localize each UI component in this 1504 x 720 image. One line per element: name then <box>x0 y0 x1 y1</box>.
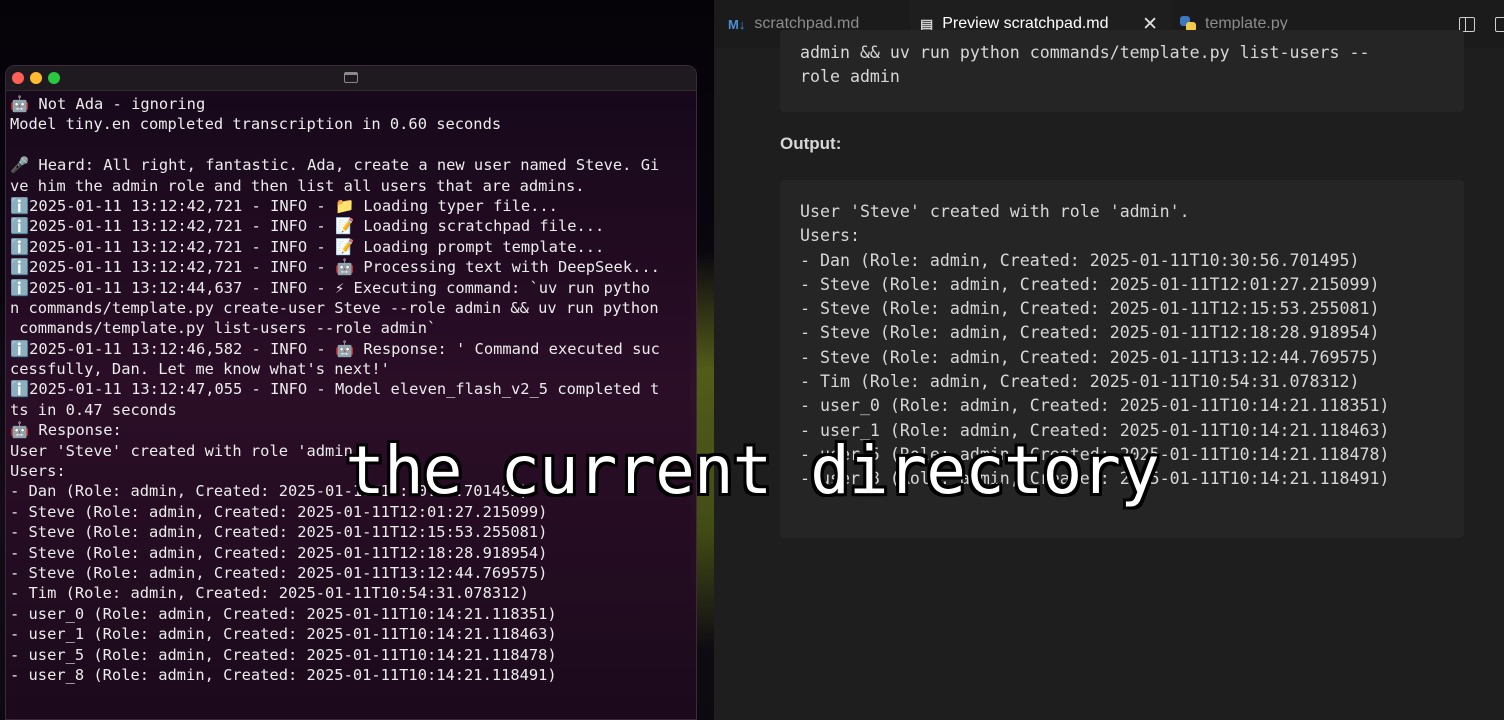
terminal-line: ℹ️2025-01-11 13:12:42,721 - INFO - 📝 Loa… <box>10 217 605 236</box>
terminal-line: Model tiny.en completed transcription in… <box>10 115 502 134</box>
terminal-line: - Steve (Role: admin, Created: 2025-01-1… <box>10 543 548 562</box>
output-code-block: User 'Steve' created with role 'admin'. U… <box>780 180 1464 538</box>
terminal-line: User 'Steve' created with role 'admin'. <box>10 441 372 460</box>
terminal-line: ℹ️2025-01-11 13:12:42,721 - INFO - 📝 Loa… <box>10 237 605 256</box>
command-line: role admin <box>800 67 900 87</box>
terminal-line: 🤖 Not Ada - ignoring <box>10 95 206 113</box>
terminal-line: ℹ️2025-01-11 13:12:42,721 - INFO - 🤖 Pro… <box>10 258 660 277</box>
output-heading: Output: <box>780 134 842 153</box>
markdown-icon: M↓ <box>728 16 746 32</box>
output-line: - Tim (Role: admin, Created: 2025-01-11T… <box>800 372 1360 392</box>
terminal-line: 🤖 Response: <box>10 421 122 440</box>
output-line: User 'Steve' created with role 'admin'. <box>800 202 1190 221</box>
terminal-line: 🎤 Heard: All right, fantastic. Ada, crea… <box>10 156 660 175</box>
terminal-line: - user_5 (Role: admin, Created: 2025-01-… <box>10 645 557 664</box>
close-window-button[interactable] <box>12 72 24 84</box>
output-line: - user_8 (Role: admin, Created: 2025-01-… <box>800 469 1390 489</box>
terminal-line: - Steve (Role: admin, Created: 2025-01-1… <box>10 563 548 582</box>
terminal-output[interactable]: 🤖 Not Ada - ignoring Model tiny.en comple… <box>6 91 696 685</box>
terminal-line: Users: <box>10 462 66 481</box>
terminal-line: - user_1 (Role: admin, Created: 2025-01-… <box>10 625 557 644</box>
output-line: - Steve (Role: admin, Created: 2025-01-1… <box>800 323 1380 343</box>
terminal-titlebar[interactable] <box>6 66 696 91</box>
terminal-line: n commands/template.py create-user Steve… <box>10 298 659 317</box>
terminal-line: ts in 0.47 seconds <box>10 400 177 419</box>
maximize-window-button[interactable] <box>48 72 60 84</box>
terminal-line: - user_0 (Role: admin, Created: 2025-01-… <box>10 604 557 623</box>
terminal-line: commands/template.py list-users --role a… <box>10 319 437 338</box>
terminal-window[interactable]: 🤖 Not Ada - ignoring Model tiny.en comple… <box>5 65 697 720</box>
terminal-line: ℹ️2025-01-11 13:12:42,721 - INFO - 📁 Loa… <box>10 196 558 215</box>
output-line: Users: <box>800 226 860 246</box>
terminal-line: - Dan (Role: admin, Created: 2025-01-11T… <box>10 482 529 501</box>
output-line: - user_5 (Role: admin, Created: 2025-01-… <box>800 444 1390 464</box>
terminal-line: - Steve (Role: admin, Created: 2025-01-1… <box>10 523 548 542</box>
editor-pane: M↓ scratchpad.md ▤ Preview scratchpad.md… <box>714 0 1504 720</box>
terminal-line: - Tim (Role: admin, Created: 2025-01-11T… <box>10 584 529 603</box>
terminal-line: ℹ️2025-01-11 13:12:46,582 - INFO - 🤖 Res… <box>10 339 660 358</box>
command-code-block: admin && uv run python commands/template… <box>780 30 1464 112</box>
output-line: - Dan (Role: admin, Created: 2025-01-11T… <box>800 250 1360 270</box>
output-line: - Steve (Role: admin, Created: 2025-01-1… <box>800 299 1380 319</box>
command-line: admin && uv run python commands/template… <box>800 43 1370 62</box>
terminal-line: - user_8 (Role: admin, Created: 2025-01-… <box>10 665 557 684</box>
terminal-line: ℹ️2025-01-11 13:12:47,055 - INFO - Model… <box>10 380 660 399</box>
output-line: - Steve (Role: admin, Created: 2025-01-1… <box>800 274 1380 294</box>
terminal-line: - Steve (Role: admin, Created: 2025-01-1… <box>10 502 548 521</box>
output-line: - user_1 (Role: admin, Created: 2025-01-… <box>800 420 1390 440</box>
terminal-window-icon <box>344 72 358 83</box>
open-source-icon[interactable] <box>1495 17 1504 32</box>
editor-scrollbar[interactable] <box>1490 48 1504 720</box>
terminal-line: ℹ️2025-01-11 13:12:44,637 - INFO - ⚡ Exe… <box>10 278 650 297</box>
terminal-line: cessfully, Dan. Let me know what's next!… <box>10 360 390 379</box>
terminal-line: ve him the admin role and then list all … <box>10 176 585 195</box>
output-line: - user_0 (Role: admin, Created: 2025-01-… <box>800 396 1390 416</box>
minimize-window-button[interactable] <box>30 72 42 84</box>
output-line: - Steve (Role: admin, Created: 2025-01-1… <box>800 347 1380 367</box>
